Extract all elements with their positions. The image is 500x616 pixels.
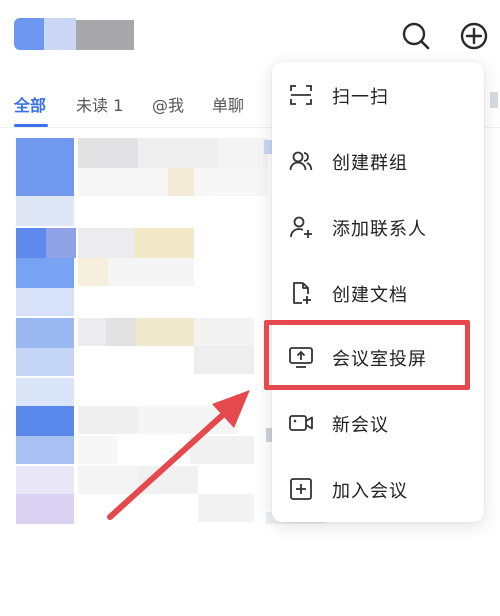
tab-all[interactable]: 全部 bbox=[14, 92, 46, 116]
menu-item-create-document[interactable]: 创建文档 bbox=[272, 268, 484, 318]
join-meeting-icon bbox=[290, 478, 312, 500]
menu-item-add-contact[interactable]: 添加联系人 bbox=[272, 202, 484, 252]
add-menu-popup: 扫一扫 创建群组 添加联系人 创建文档 会议室投屏 新会议 加入会议 bbox=[272, 62, 484, 522]
menu-item-new-meeting[interactable]: 新会议 bbox=[272, 398, 484, 448]
menu-item-scan[interactable]: 扫一扫 bbox=[272, 70, 484, 120]
menu-item-label: 创建群组 bbox=[332, 153, 408, 174]
add-button[interactable] bbox=[456, 18, 492, 54]
menu-item-label: 扫一扫 bbox=[332, 87, 389, 108]
search-icon bbox=[402, 22, 430, 50]
menu-item-join-meeting[interactable]: 加入会议 bbox=[272, 464, 484, 514]
scan-icon bbox=[290, 85, 312, 105]
plus-circle-icon bbox=[460, 22, 488, 50]
add-contact-icon bbox=[290, 216, 312, 238]
menu-item-label: 新会议 bbox=[332, 415, 389, 436]
new-document-icon bbox=[293, 282, 311, 304]
video-camera-icon bbox=[289, 415, 313, 431]
menu-item-label: 添加联系人 bbox=[332, 219, 427, 240]
tab-mentions[interactable]: @我 bbox=[152, 92, 184, 116]
highlight-annotation-box bbox=[264, 320, 470, 390]
menu-item-create-group[interactable]: 创建群组 bbox=[272, 136, 484, 186]
tab-direct-chats[interactable]: 单聊 bbox=[212, 92, 244, 116]
search-button[interactable] bbox=[398, 18, 434, 54]
menu-item-label: 创建文档 bbox=[332, 285, 408, 306]
menu-item-label: 加入会议 bbox=[332, 481, 408, 502]
group-icon bbox=[289, 151, 313, 171]
filter-tabs: 全部 未读 1 @我 单聊 bbox=[0, 86, 270, 120]
tab-unread[interactable]: 未读 1 bbox=[76, 92, 123, 116]
